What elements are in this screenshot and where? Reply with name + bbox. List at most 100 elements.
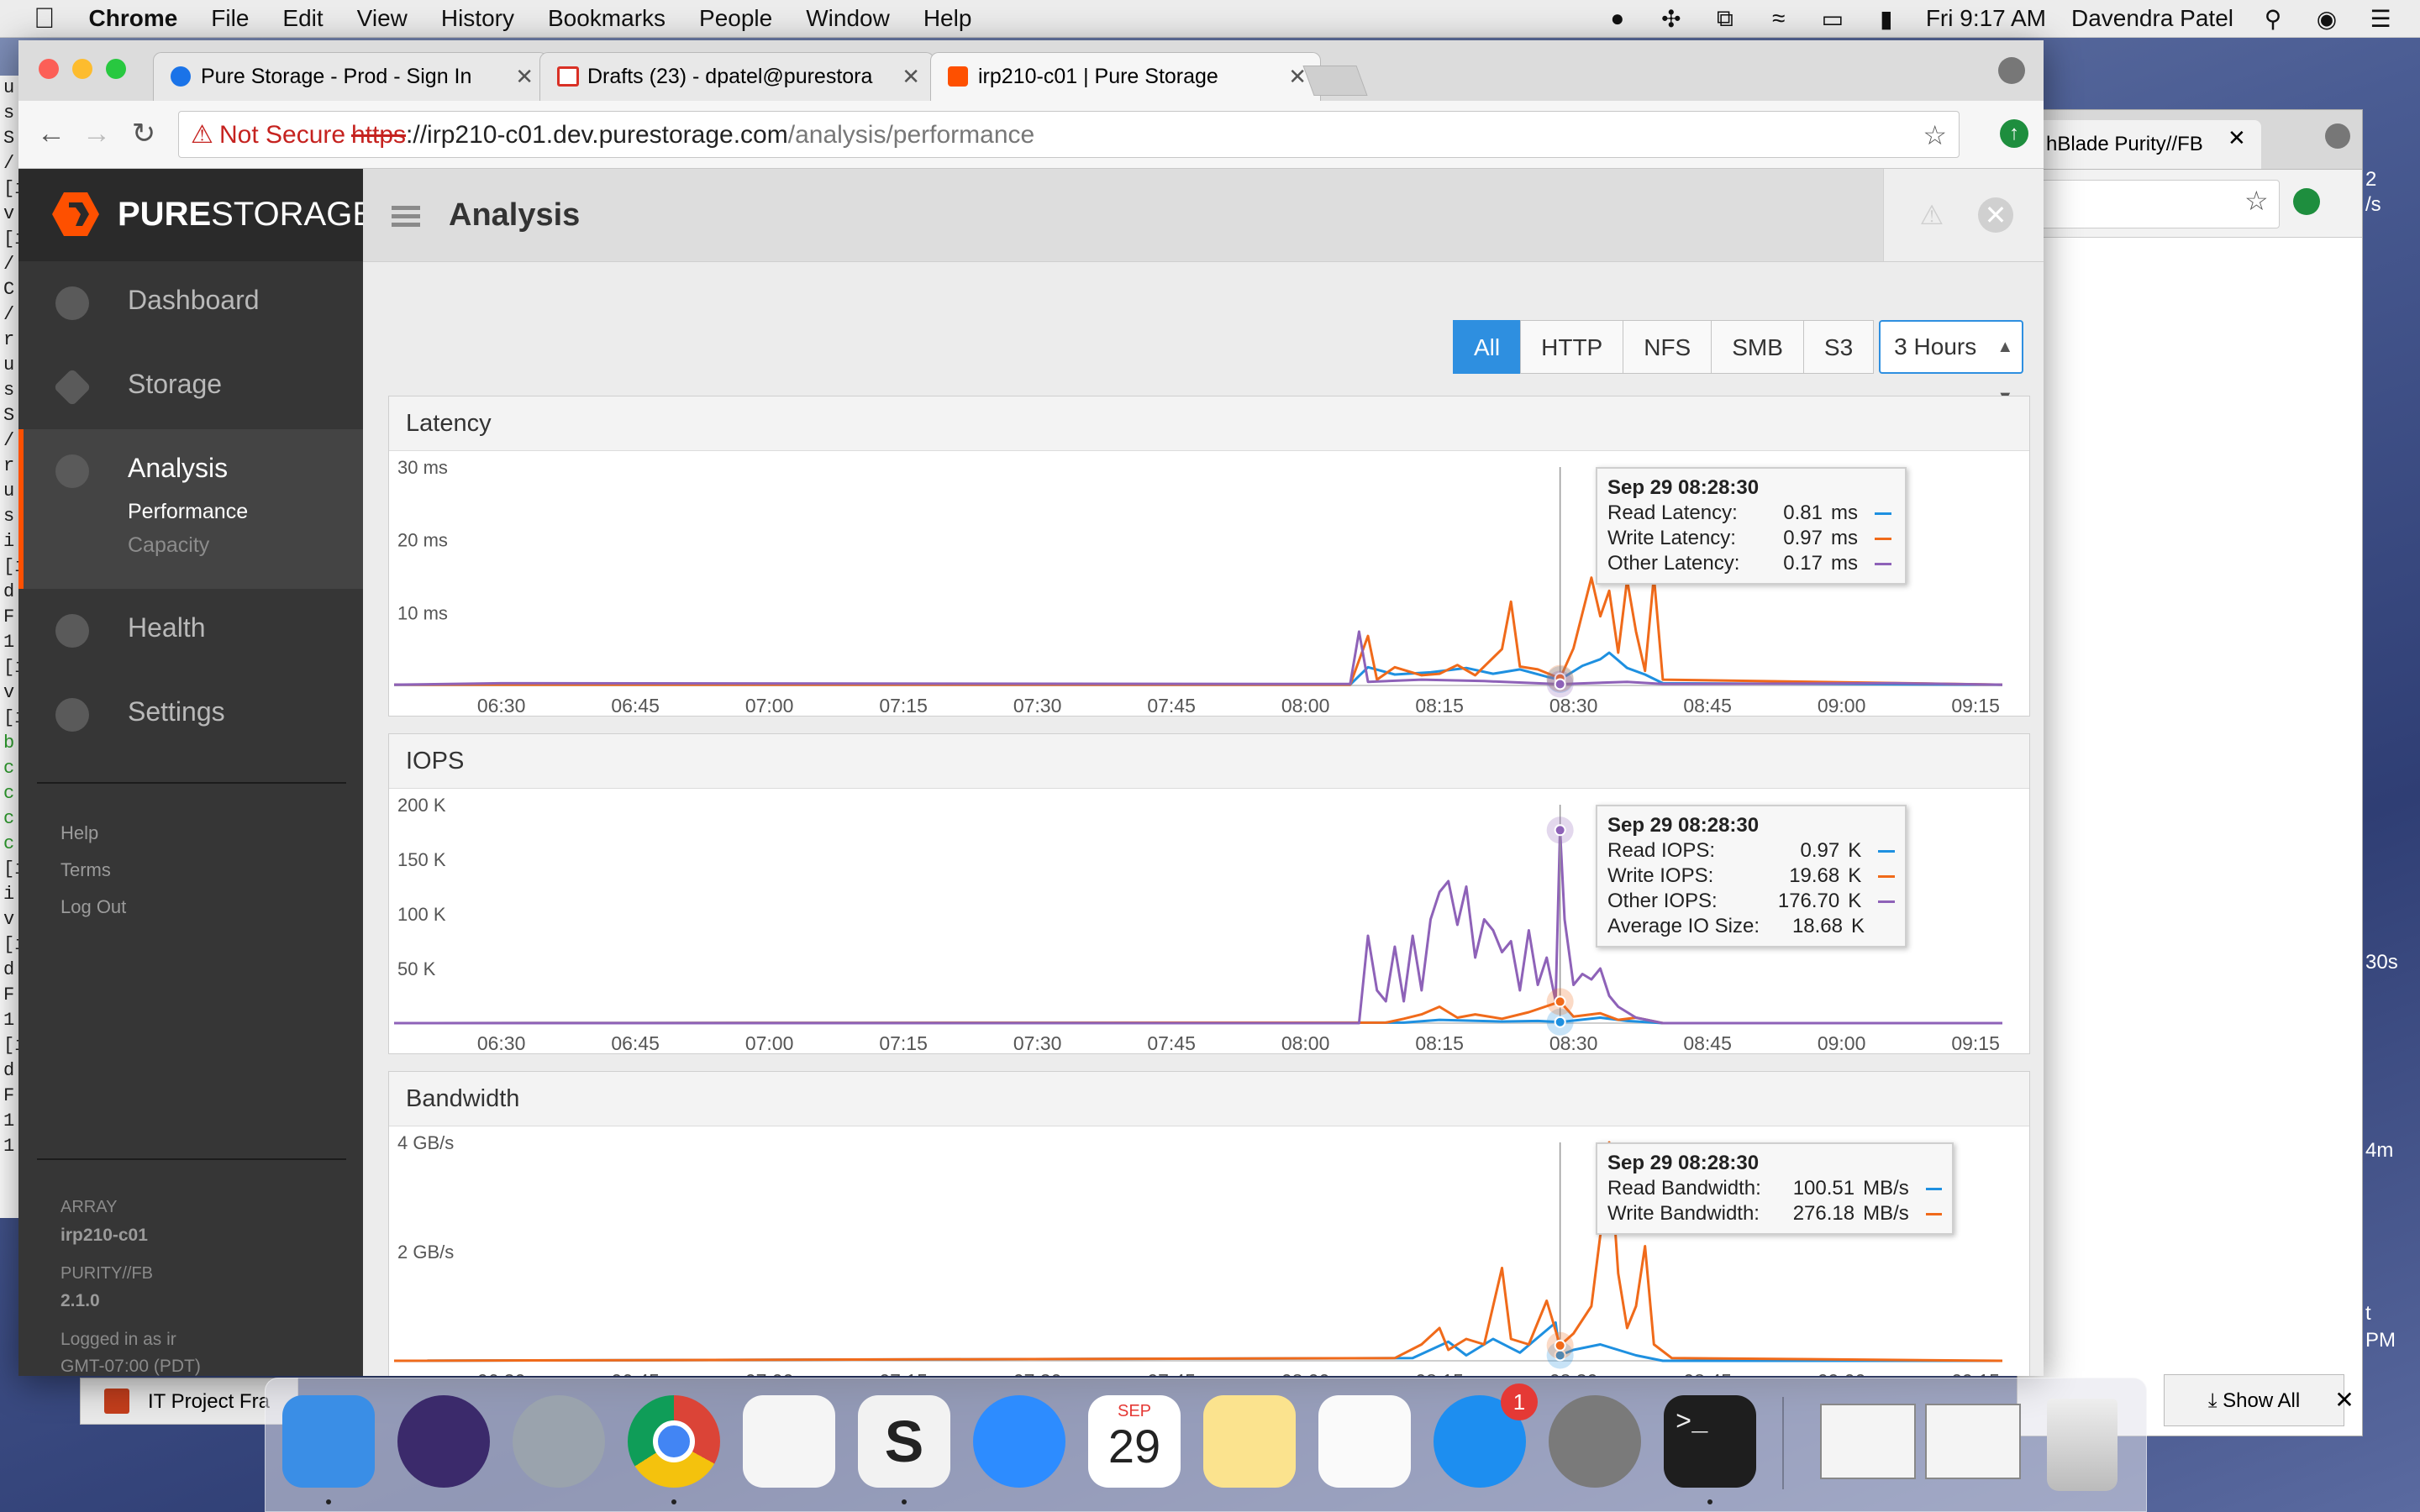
sidebar-item-health[interactable]: Health [18, 589, 363, 673]
menu-app-name[interactable]: Chrome [89, 5, 178, 32]
screens-icon[interactable]: ⧉ [1711, 5, 1739, 31]
time-range-select[interactable]: 3 Hours ▲▼ [1879, 320, 2024, 407]
tab-close-icon[interactable]: ✕ [515, 53, 534, 100]
siri-icon[interactable] [397, 1395, 490, 1488]
y-tick-label: 2 GB/s [397, 1242, 454, 1263]
battery-icon[interactable]: ▮ [1872, 6, 1901, 32]
chrome-tab-strip: Pure Storage - Prod - Sign In ✕ Drafts (… [18, 40, 2044, 101]
url-text[interactable]: https://irp210-c01.dev.purestorage.com/a… [351, 112, 1034, 159]
filter-s3-button[interactable]: S3 [1802, 320, 1875, 374]
edge-text: 2 [2365, 168, 2377, 191]
terminal-icon[interactable]: >_ [1664, 1395, 1756, 1488]
tab-close-icon[interactable]: ✕ [1288, 53, 1307, 100]
download-bar-close-icon[interactable]: ✕ [2328, 1374, 2361, 1426]
airplay-icon[interactable]: ▭ [1818, 6, 1847, 32]
close-circle-icon[interactable]: ✕ [1978, 197, 2013, 233]
menu-bookmarks[interactable]: Bookmarks [548, 5, 666, 32]
filter-smb-button[interactable]: SMB [1711, 320, 1804, 374]
array-label: ARRAY [60, 1198, 118, 1216]
sidebar-item-dashboard[interactable]: Dashboard [18, 261, 363, 345]
window-close-button[interactable] [39, 59, 59, 79]
not-secure-label[interactable]: Not Secure [219, 112, 345, 159]
sidebar-divider [37, 1158, 346, 1160]
chrome-profile-icon[interactable] [1998, 57, 2025, 84]
menu-clock[interactable]: Fri 9:17 AM [1926, 5, 2046, 32]
window-zoom-button[interactable] [106, 59, 126, 79]
subnav-capacity[interactable]: Capacity [128, 533, 209, 558]
minimized-window-thumbnail[interactable] [1820, 1404, 1916, 1479]
footer-link-terms[interactable]: Terms [60, 859, 111, 881]
menu-hamburger-icon[interactable] [392, 206, 420, 228]
menu-people[interactable]: People [699, 5, 772, 32]
finder-icon[interactable] [282, 1395, 375, 1488]
menu-file[interactable]: File [211, 5, 249, 32]
menu-user[interactable]: Davendra Patel [2071, 5, 2233, 32]
pure-storage-favicon-icon [171, 66, 191, 87]
tooltip-time: Sep 29 08:28:30 [1607, 476, 1760, 499]
footer-link-logout[interactable]: Log Out [60, 896, 126, 918]
sidebar-item-analysis[interactable]: Analysis Performance Capacity [18, 429, 363, 589]
notification-center-icon[interactable]: ☰ [2366, 6, 2395, 32]
background-tab-close-icon[interactable]: ✕ [2228, 125, 2246, 151]
chrome-toolbar: ← → ↻ ⚠ Not Secure https://irp210-c01.de… [18, 101, 2044, 169]
apple-menu-icon[interactable]:  [34, 3, 55, 35]
tooltip-row: Read Latency: 0.81 ms [1607, 501, 1895, 526]
y-tick-label: 10 ms [397, 602, 448, 623]
launchpad-icon[interactable] [513, 1395, 605, 1488]
menu-view[interactable]: View [357, 5, 408, 32]
sidebar-item-settings[interactable]: Settings [18, 673, 363, 757]
sidebar-item-storage[interactable]: Storage [18, 345, 363, 429]
spotlight-search-icon[interactable]: ⚲ [2259, 6, 2287, 32]
menu-help[interactable]: Help [923, 5, 972, 32]
footer-link-help[interactable]: Help [60, 822, 98, 844]
filter-nfs-button[interactable]: NFS [1623, 320, 1712, 374]
extension-update-icon[interactable]: ↑ [2000, 119, 2028, 148]
reminders-icon[interactable] [1318, 1395, 1411, 1488]
window-minimize-button[interactable] [72, 59, 92, 79]
address-bar[interactable]: ⚠ Not Secure https://irp210-c01.dev.pure… [178, 111, 1960, 158]
wifi-icon[interactable]: ≈ [1765, 5, 1793, 31]
browser-tab-pure-prod[interactable]: Pure Storage - Prod - Sign In ✕ [153, 52, 548, 101]
hover-point [1554, 678, 1566, 690]
background-profile-icon[interactable] [2325, 123, 2350, 149]
trash-icon[interactable] [2047, 1399, 2118, 1491]
browser-tab-irp210-active[interactable]: irp210-c01 | Pure Storage ✕ [930, 52, 1321, 101]
x-tick-label: 06:30 [477, 1370, 526, 1376]
background-extension-icon[interactable] [2293, 188, 2320, 215]
tab-close-icon[interactable]: ✕ [902, 53, 920, 100]
new-tab-button[interactable] [1302, 66, 1368, 96]
hover-point [1554, 824, 1566, 837]
edge-text: /s [2365, 193, 2381, 216]
alert-warning-icon[interactable]: ⚠ [1914, 197, 1949, 233]
menu-window[interactable]: Window [806, 5, 890, 32]
appstore-badge: 1 [1501, 1383, 1538, 1420]
security-warning-icon[interactable]: ⚠ [191, 112, 213, 159]
forward-arrow-icon[interactable]: → [77, 114, 116, 153]
slack-icon[interactable]: S [858, 1395, 950, 1488]
reload-icon[interactable]: ↻ [124, 114, 163, 153]
background-browser-window[interactable]: hBlade Purity//FB ✕ ☆ [2017, 109, 2363, 1436]
slack-letter: S [884, 1409, 924, 1474]
appstore-icon[interactable]: 1 [1434, 1383, 1538, 1488]
notes-icon[interactable] [1203, 1395, 1296, 1488]
background-omnibox[interactable] [2026, 180, 2280, 228]
menu-edit[interactable]: Edit [282, 5, 323, 32]
photos-icon[interactable] [743, 1395, 835, 1488]
bookmark-star-icon[interactable]: ☆ [1923, 112, 1947, 159]
show-all-downloads-button[interactable]: ⤓ Show All [2164, 1374, 2344, 1426]
menu-history[interactable]: History [441, 5, 514, 32]
background-bookmark-star-icon[interactable]: ☆ [2244, 185, 2269, 217]
calendar-icon[interactable]: SEP 29 [1088, 1395, 1181, 1488]
filter-all-button[interactable]: All [1453, 320, 1522, 374]
system-preferences-icon[interactable] [1549, 1395, 1641, 1488]
siri-menu-icon[interactable]: ◉ [2312, 6, 2341, 32]
network-icon[interactable]: ✣ [1657, 6, 1686, 32]
browser-tab-gmail-drafts[interactable]: Drafts (23) - dpatel@purestora ✕ [539, 52, 934, 101]
zoom-icon[interactable] [973, 1395, 1065, 1488]
globe-icon[interactable]: ● [1603, 5, 1632, 31]
back-arrow-icon[interactable]: ← [32, 114, 71, 153]
chrome-icon[interactable] [628, 1395, 720, 1488]
filter-http-button[interactable]: HTTP [1520, 320, 1624, 374]
minimized-window-thumbnail[interactable] [1925, 1404, 2021, 1479]
subnav-performance[interactable]: Performance [128, 500, 248, 524]
